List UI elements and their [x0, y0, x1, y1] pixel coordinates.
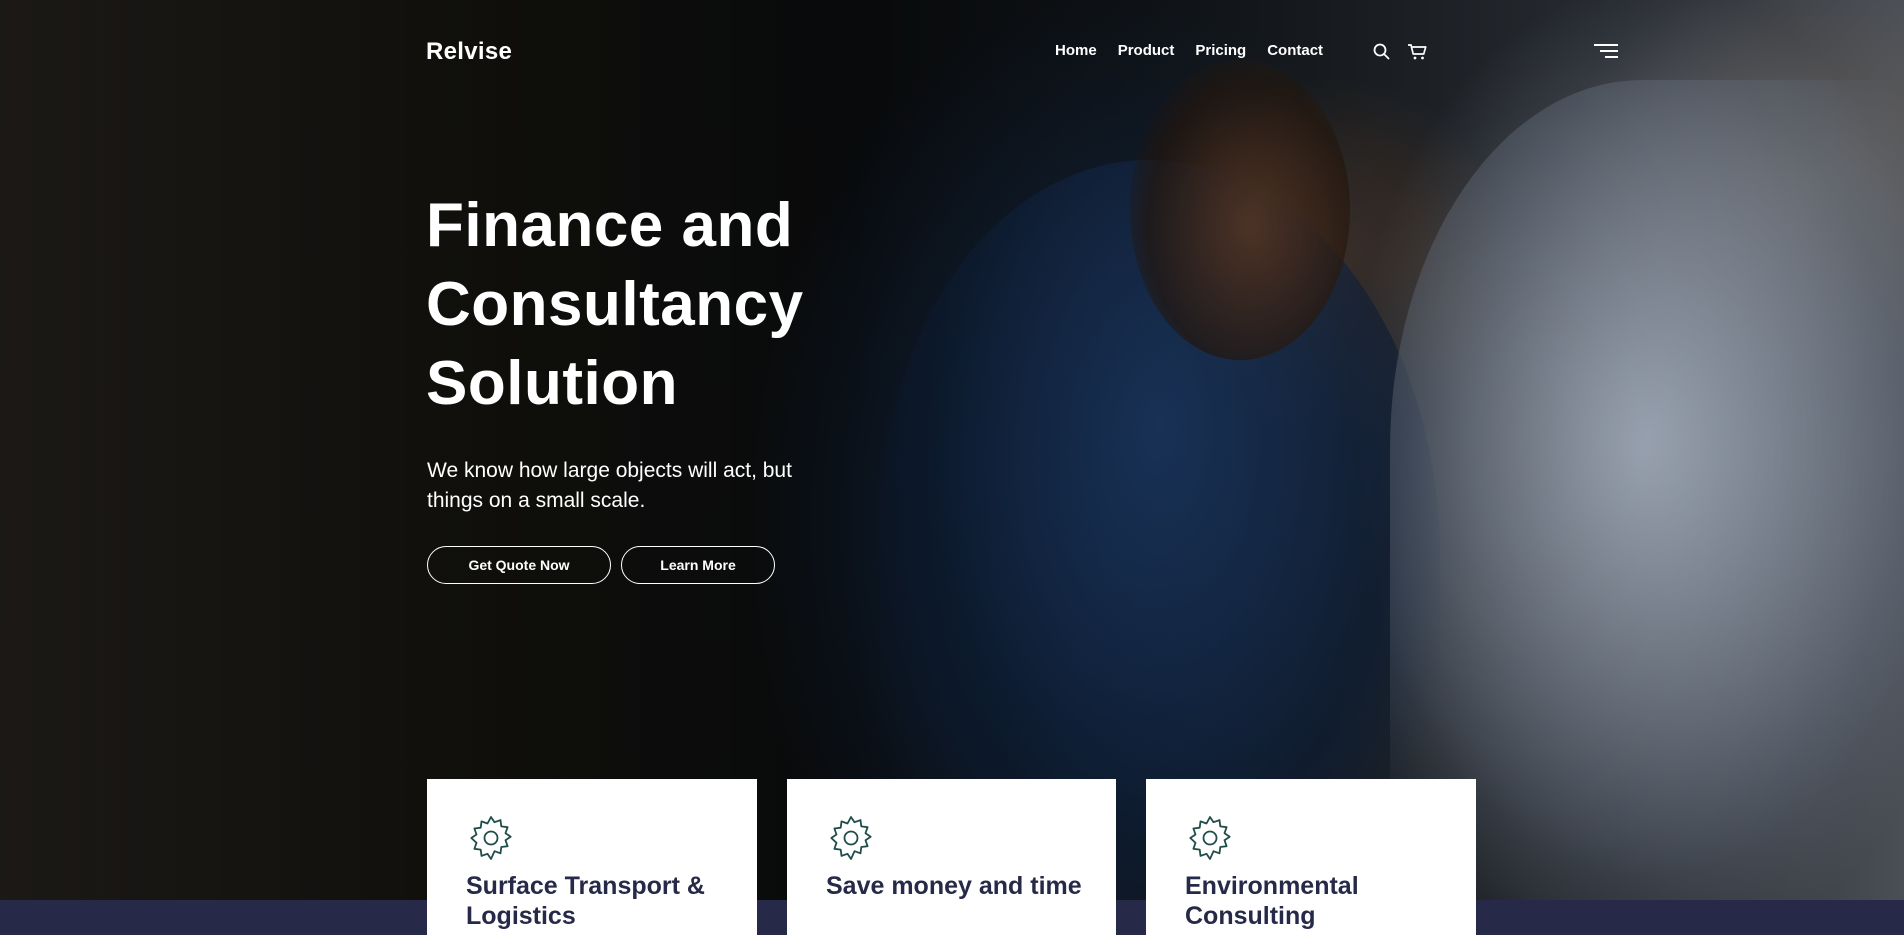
gear-icon — [826, 813, 876, 863]
hero-title-line: Consultancy — [426, 270, 804, 339]
gear-icon — [1185, 813, 1235, 863]
hero-title-line: Solution — [426, 349, 678, 418]
gear-icon — [466, 813, 516, 863]
nav-item-home[interactable]: Home — [1055, 42, 1097, 59]
hero-title: Finance and Consultancy Solution — [426, 186, 986, 423]
service-card-title: Surface Transport & Logistics — [466, 872, 705, 930]
nav-item-product[interactable]: Product — [1118, 42, 1175, 59]
search-icon[interactable] — [1372, 42, 1392, 62]
main-menu: Home Product Pricing Contact — [1055, 42, 1323, 59]
hero-subtitle: We know how large objects will act, but … — [427, 459, 792, 512]
learn-more-button[interactable]: Learn More — [621, 546, 775, 584]
service-card[interactable]: Save money and time — [787, 779, 1116, 935]
hamburger-menu-icon[interactable] — [1592, 42, 1620, 62]
service-card-title: Environmental Consulting — [1185, 872, 1359, 930]
nav-item-pricing[interactable]: Pricing — [1195, 42, 1246, 59]
service-card-title: Save money and time — [826, 872, 1082, 900]
hero-background-image — [0, 0, 1904, 900]
cart-icon[interactable] — [1407, 42, 1427, 62]
nav-item-contact[interactable]: Contact — [1267, 42, 1323, 59]
service-card[interactable]: Environmental Consulting — [1146, 779, 1476, 935]
get-quote-button[interactable]: Get Quote Now — [427, 546, 611, 584]
hero-overlay — [0, 0, 1904, 900]
brand-logo[interactable]: Relvise — [426, 38, 512, 66]
hero-title-line: Finance and — [426, 191, 794, 260]
top-navigation: Relvise Home Product Pricing Contact — [0, 0, 1904, 104]
service-card[interactable]: Surface Transport & Logistics — [427, 779, 757, 935]
